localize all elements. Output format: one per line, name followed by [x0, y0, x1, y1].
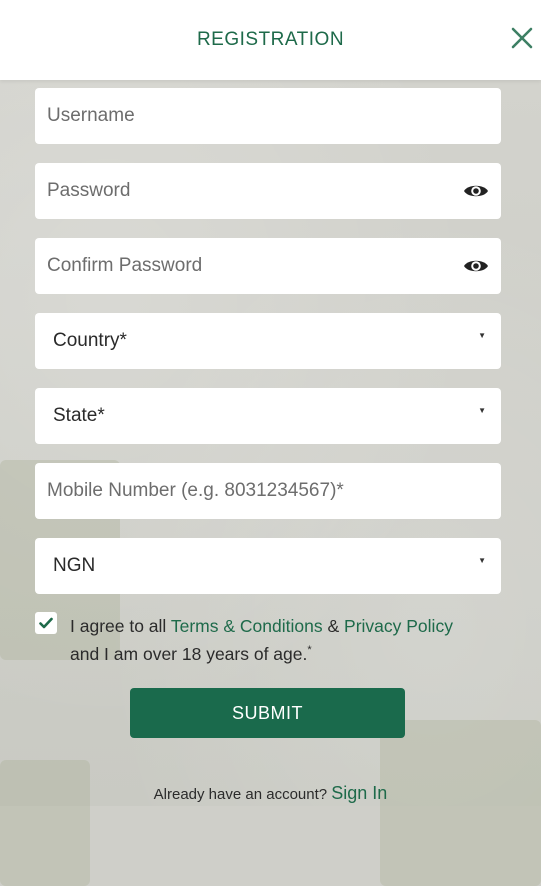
dropdown-caret-icon: ▼ — [478, 331, 486, 340]
signin-row: Already have an account? Sign In — [0, 783, 541, 804]
confirm-password-placeholder: Confirm Password — [47, 255, 203, 276]
signin-prompt: Already have an account? — [153, 786, 328, 803]
agreement-prefix: I agree to all — [70, 616, 167, 636]
modal-header: REGISTRATION — [0, 0, 541, 80]
submit-button[interactable]: SUBMIT — [130, 688, 405, 738]
currency-select[interactable]: NGN ▼ — [35, 538, 501, 594]
mobile-placeholder: Mobile Number (e.g. 8031234567)* — [47, 480, 344, 501]
state-select[interactable]: State* ▼ — [35, 388, 501, 444]
username-placeholder: Username — [47, 105, 135, 126]
password-field[interactable]: Password — [35, 163, 501, 219]
password-placeholder: Password — [47, 180, 131, 201]
dropdown-caret-icon: ▼ — [478, 556, 486, 565]
checkmark-icon — [39, 617, 53, 629]
currency-value: NGN — [53, 555, 96, 576]
agree-checkbox[interactable] — [35, 612, 57, 634]
mobile-number-field[interactable]: Mobile Number (e.g. 8031234567)* — [35, 463, 501, 519]
dropdown-caret-icon: ▼ — [478, 406, 486, 415]
terms-link[interactable]: Terms & Conditions — [171, 616, 323, 636]
show-password-icon[interactable] — [463, 180, 489, 202]
agreement-amp: & — [327, 616, 340, 636]
state-value: State* — [53, 405, 105, 426]
show-confirm-password-icon[interactable] — [463, 255, 489, 277]
required-asterisk: * — [307, 644, 312, 656]
country-value: Country* — [53, 330, 127, 351]
agreement-suffix: and I am over 18 years of age. — [70, 643, 308, 664]
privacy-link[interactable]: Privacy Policy — [344, 616, 453, 636]
close-icon[interactable] — [508, 24, 536, 52]
username-field[interactable]: Username — [35, 88, 501, 144]
agreement-text: I agree to all Terms & Conditions & Priv… — [70, 614, 490, 666]
confirm-password-field[interactable]: Confirm Password — [35, 238, 501, 294]
signin-link[interactable]: Sign In — [331, 783, 387, 803]
page-title: REGISTRATION — [196, 29, 345, 50]
country-select[interactable]: Country* ▼ — [35, 313, 501, 369]
